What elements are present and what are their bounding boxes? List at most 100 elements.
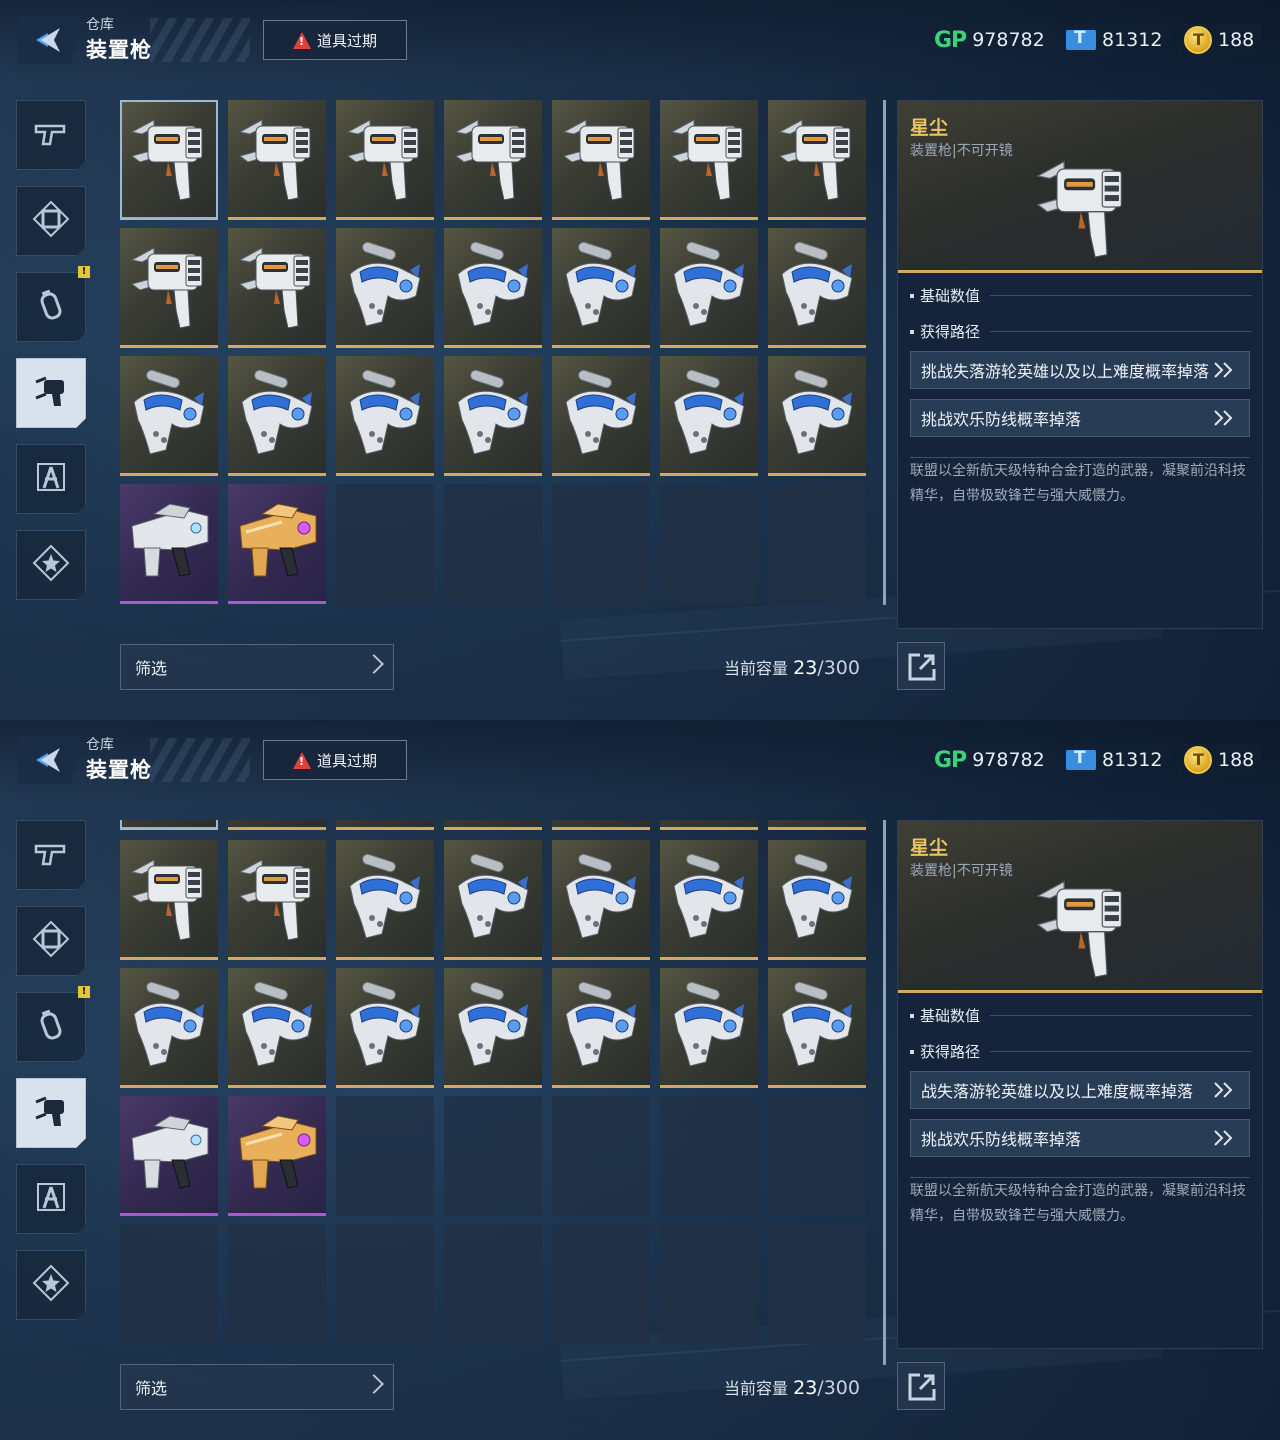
- inventory-slot-claw-gun[interactable]: [228, 100, 326, 220]
- capacity-current: 23: [793, 657, 818, 679]
- category-tab-character[interactable]: [16, 1164, 86, 1234]
- frame-icon: [32, 200, 70, 242]
- inventory-slot-claw-gun[interactable]: [228, 820, 326, 830]
- category-tab-device-gun[interactable]: [16, 1078, 86, 1148]
- item-detail-panel: 星尘 装置枪|不可开镜 基础数值 获得路径 挑战失落游轮英雄以及以上难度概率掉落…: [897, 100, 1263, 629]
- back-button[interactable]: [18, 16, 80, 64]
- obtain-path-button-1[interactable]: 挑战失落游轮英雄以及以上难度概率掉落: [910, 351, 1250, 389]
- inventory-slot-blue-gun[interactable]: [336, 840, 434, 960]
- inventory-slot-claw-gun[interactable]: [552, 820, 650, 830]
- item-name: 星尘: [910, 117, 949, 139]
- inventory-slot-claw-gun[interactable]: [228, 228, 326, 348]
- inventory-slot-claw-gun[interactable]: [120, 840, 218, 960]
- inventory-slot-claw-gun[interactable]: [552, 100, 650, 220]
- capacity-indicator: 当前容量 23/300: [724, 1375, 860, 1399]
- category-tab-device-gun[interactable]: [16, 358, 86, 428]
- inventory-slot-claw-gun[interactable]: [228, 840, 326, 960]
- inventory-slot-claw-gun[interactable]: [336, 100, 434, 220]
- capacity-current: 23: [793, 1377, 818, 1399]
- inventory-slot-claw-gun[interactable]: [120, 228, 218, 348]
- inventory-slot-blue-gun[interactable]: [228, 356, 326, 476]
- section-base-stats[interactable]: 基础数值: [910, 1005, 1252, 1026]
- warning-icon: [292, 751, 311, 769]
- inventory-slot-blue-gun[interactable]: [660, 356, 758, 476]
- inventory-slot-blue-gun[interactable]: [444, 356, 542, 476]
- category-tab-pistol[interactable]: [16, 100, 86, 170]
- inventory-slot-empty: [444, 484, 542, 604]
- expired-items-label: 道具过期: [316, 751, 377, 770]
- category-tab-star-badge[interactable]: [16, 530, 86, 600]
- inventory-slot-empty: [228, 1224, 326, 1344]
- inventory-slot-blue-gun[interactable]: [336, 356, 434, 476]
- inventory-slot-blue-gun[interactable]: [552, 356, 650, 476]
- category-tab-character[interactable]: [16, 444, 86, 514]
- grenade-icon: [32, 286, 70, 328]
- expired-items-button[interactable]: 道具过期: [263, 20, 407, 60]
- inventory-slot-blue-gun[interactable]: [768, 356, 866, 476]
- notification-badge: !: [78, 986, 90, 998]
- inventory-slot-claw-gun[interactable]: [120, 100, 218, 220]
- inventory-slot-blue-gun[interactable]: [120, 356, 218, 476]
- inventory-slot-claw-gun[interactable]: [768, 820, 866, 830]
- obtain-path-label-2: 挑战欢乐防线概率掉落: [921, 410, 1082, 429]
- inventory-slot-blue-gun[interactable]: [120, 968, 218, 1088]
- section-base-stats[interactable]: 基础数值: [910, 285, 1252, 306]
- inventory-slot-claw-gun[interactable]: [660, 820, 758, 830]
- top-bar: 仓库 装置枪 道具过期 GP 978782 81312 188: [0, 720, 1280, 802]
- character-icon: [32, 1178, 70, 1220]
- pistol-icon: [32, 834, 70, 876]
- inventory-slot-claw-gun[interactable]: [660, 100, 758, 220]
- inventory-slot-white-pistol[interactable]: [120, 484, 218, 604]
- obtain-path-button-1[interactable]: 战失落游轮英雄以及以上难度概率掉落: [910, 1071, 1250, 1109]
- inventory-slot-blue-gun[interactable]: [552, 840, 650, 960]
- category-tab-pistol[interactable]: [16, 820, 86, 890]
- inventory-slot-blue-gun[interactable]: [660, 228, 758, 348]
- inventory-slot-blue-gun[interactable]: [768, 968, 866, 1088]
- inventory-slot-gold-pistol[interactable]: [228, 484, 326, 604]
- category-tab-frame[interactable]: [16, 906, 86, 976]
- inventory-slot-blue-gun[interactable]: [444, 968, 542, 1088]
- frame-icon: [32, 920, 70, 962]
- inventory-slot-empty: [444, 1096, 542, 1216]
- inventory-slot-gold-pistol[interactable]: [228, 1096, 326, 1216]
- inventory-slot-blue-gun[interactable]: [336, 968, 434, 1088]
- inventory-slot-claw-gun[interactable]: [444, 100, 542, 220]
- share-button[interactable]: [897, 642, 945, 690]
- inventory-slot-blue-gun[interactable]: [444, 228, 542, 348]
- inventory-slot-claw-gun[interactable]: [444, 820, 542, 830]
- category-tab-star-badge[interactable]: [16, 1250, 86, 1320]
- item-preview: 星尘 装置枪|不可开镜: [898, 101, 1262, 273]
- inventory-slot-empty: [660, 1096, 758, 1216]
- stardust-gun-image: [1036, 880, 1122, 978]
- back-button[interactable]: [18, 736, 80, 784]
- inventory-slot-white-pistol[interactable]: [120, 1096, 218, 1216]
- inventory-slot-claw-gun[interactable]: [120, 820, 218, 830]
- inventory-slot-blue-gun[interactable]: [228, 968, 326, 1088]
- filter-button[interactable]: 筛选: [120, 1364, 394, 1410]
- share-button[interactable]: [897, 1362, 945, 1410]
- inventory-slot-blue-gun[interactable]: [336, 228, 434, 348]
- scrollbar[interactable]: [883, 820, 886, 1365]
- scrollbar[interactable]: [883, 100, 886, 605]
- category-tab-grenade[interactable]: [16, 992, 86, 1062]
- inventory-slot-blue-gun[interactable]: [768, 840, 866, 960]
- inventory-slot-claw-gun[interactable]: [336, 820, 434, 830]
- category-tab-grenade[interactable]: [16, 272, 86, 342]
- filter-button[interactable]: 筛选: [120, 644, 394, 690]
- page-title: 装置枪: [86, 38, 152, 62]
- inventory-slot-blue-gun[interactable]: [660, 840, 758, 960]
- inventory-slot-blue-gun[interactable]: [660, 968, 758, 1088]
- inventory-slot-blue-gun[interactable]: [552, 968, 650, 1088]
- category-tab-frame[interactable]: [16, 186, 86, 256]
- double-chevron-right-icon: [1214, 362, 1233, 378]
- coin-amount: 188: [1218, 749, 1255, 771]
- inventory-slot-blue-gun[interactable]: [444, 840, 542, 960]
- inventory-slot-empty: [120, 1224, 218, 1344]
- inventory-slot-claw-gun[interactable]: [768, 100, 866, 220]
- bullet-icon: [910, 1013, 914, 1018]
- obtain-path-button-2[interactable]: 挑战欢乐防线概率掉落: [910, 1119, 1250, 1157]
- inventory-slot-blue-gun[interactable]: [768, 228, 866, 348]
- inventory-slot-blue-gun[interactable]: [552, 228, 650, 348]
- obtain-path-button-2[interactable]: 挑战欢乐防线概率掉落: [910, 399, 1250, 437]
- expired-items-button[interactable]: 道具过期: [263, 740, 407, 780]
